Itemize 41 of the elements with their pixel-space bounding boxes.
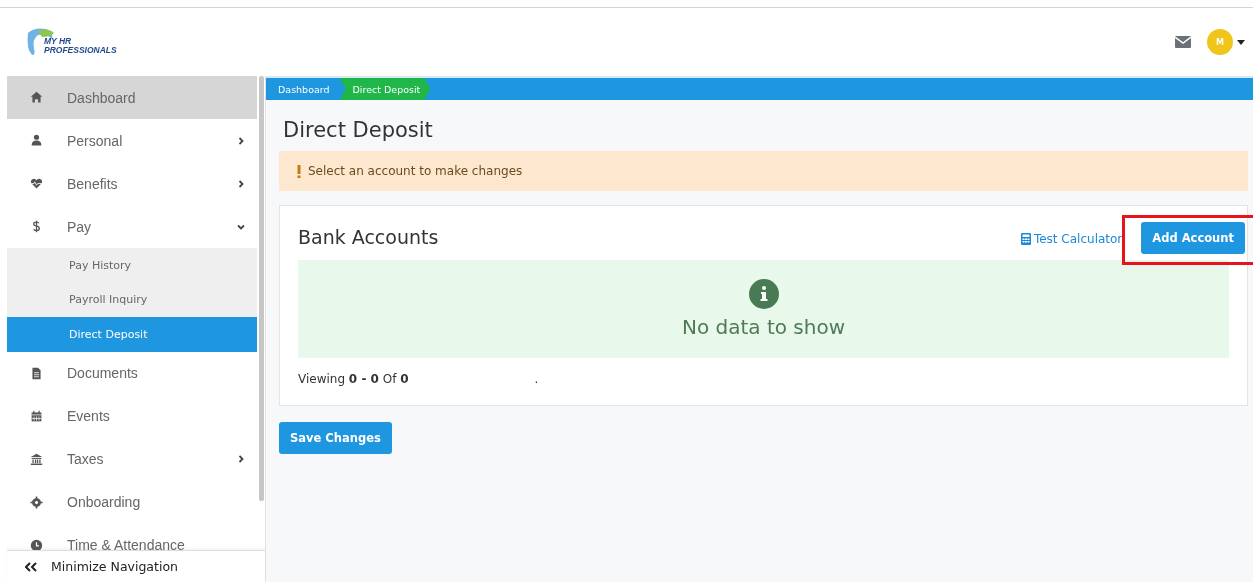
calendar-icon xyxy=(30,409,43,423)
logo-text: PROFESSIONALS xyxy=(44,46,117,55)
scrollbar[interactable] xyxy=(259,76,264,501)
nav-item[interactable]: Time & Attendance xyxy=(7,523,257,550)
logo-text: MY HR xyxy=(44,37,73,46)
nav-item[interactable]: Documents xyxy=(7,351,257,395)
person-icon xyxy=(30,134,43,147)
info-icon xyxy=(748,279,779,309)
empty-message: No data to show xyxy=(681,315,846,339)
nav-item[interactable]: Pay xyxy=(7,205,257,248)
exclamation-icon xyxy=(297,164,301,178)
page-title: Direct Deposit xyxy=(283,118,434,142)
bank-icon xyxy=(30,452,43,466)
double-chevron-left-icon xyxy=(25,561,37,572)
nav-item[interactable]: Events xyxy=(7,394,257,438)
nav-subitem[interactable]: Pay History xyxy=(7,248,257,283)
nav-item[interactable]: Onboarding xyxy=(7,480,257,524)
test-calculator-link[interactable]: Test Calculator xyxy=(1020,232,1123,246)
pagination-text: Viewing 0 - 0 Of 0 xyxy=(298,372,409,386)
logo[interactable]: MY HR PROFESSIONALS xyxy=(24,27,117,57)
mail-icon[interactable] xyxy=(1175,36,1191,48)
nav-item[interactable]: Benefits xyxy=(7,162,257,205)
home-icon xyxy=(30,91,43,104)
calculator-icon xyxy=(1020,233,1031,245)
nav-item[interactable]: Taxes xyxy=(7,437,257,481)
dollar-icon xyxy=(30,220,43,233)
alert-text: Select an account to make changes xyxy=(308,164,523,178)
minimize-navigation-button[interactable]: Minimize Navigation xyxy=(7,550,265,582)
nav-subitem[interactable]: Payroll Inquiry xyxy=(7,282,257,317)
card-title: Bank Accounts xyxy=(298,226,440,248)
breadcrumb[interactable]: Dashboard xyxy=(266,78,340,100)
nav-subitem[interactable]: Direct Deposit xyxy=(7,317,257,352)
save-changes-button[interactable]: Save Changes xyxy=(279,422,392,454)
clock-icon xyxy=(30,538,43,550)
caret-icon[interactable] xyxy=(1237,39,1245,45)
pagination-text: . xyxy=(534,372,539,386)
document-icon xyxy=(30,366,43,380)
nav-item[interactable]: Dashboard xyxy=(7,76,257,119)
heart-pulse-icon xyxy=(30,177,43,190)
add-account-button[interactable]: Add Account xyxy=(1141,222,1245,254)
nav-item[interactable]: Personal xyxy=(7,119,257,162)
